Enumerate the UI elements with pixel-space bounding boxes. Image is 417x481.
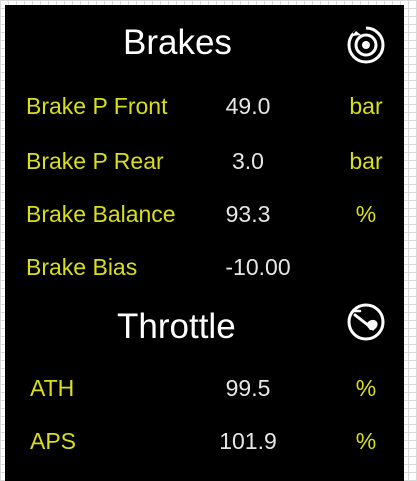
aps-unit: %: [355, 428, 377, 454]
throttle-title: Throttle: [117, 307, 236, 346]
ath-value: 99.5: [225, 375, 271, 401]
brake-balance-unit: %: [355, 201, 377, 227]
brake-disc-icon: [347, 26, 385, 64]
brake-bias-value: -10.00: [225, 254, 291, 280]
aps-value: 101.9: [219, 428, 277, 454]
throttle-pedal-icon: [347, 303, 385, 341]
brake-bias-label: Brake Bias: [26, 254, 138, 280]
brake-p-rear-value: 3.0: [232, 148, 264, 174]
brake-p-front-unit: bar: [349, 93, 383, 119]
aps-label: APS: [30, 428, 77, 454]
brake-p-front-label: Brake P Front: [26, 93, 168, 119]
ath-unit: %: [355, 375, 377, 401]
brake-p-front-value: 49.0: [225, 93, 271, 119]
telemetry-panel: Brakes Brake P Front 49.0 bar Brake P Re…: [5, 5, 404, 481]
brakes-title: Brakes: [123, 23, 232, 62]
brake-p-rear-label: Brake P Rear: [26, 148, 164, 174]
brake-balance-value: 93.3: [225, 201, 271, 227]
brake-balance-label: Brake Balance: [26, 201, 176, 227]
brake-p-rear-unit: bar: [349, 148, 383, 174]
ath-label: ATH: [30, 375, 75, 401]
